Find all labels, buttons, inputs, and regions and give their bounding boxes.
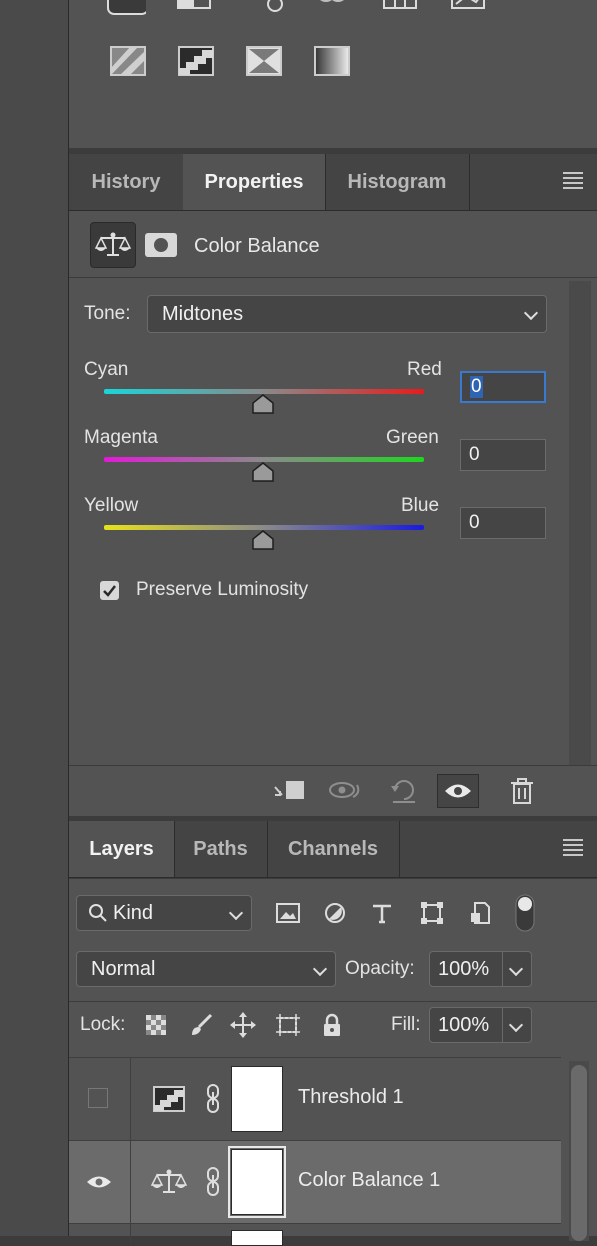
magenta-green-value-input[interactable]: 0 bbox=[460, 439, 546, 471]
layer-mask-thumbnail[interactable] bbox=[231, 1066, 283, 1132]
properties-tab-bar: History Properties Histogram bbox=[69, 154, 597, 211]
chevron-down-icon bbox=[312, 961, 328, 977]
properties-panel: Color Balance Tone: Midtones Cyan Red 0 … bbox=[69, 211, 597, 816]
view-previous-state-icon[interactable] bbox=[325, 774, 367, 808]
yellow-blue-value-input[interactable]: 0 bbox=[460, 507, 546, 539]
chevron-down-icon[interactable] bbox=[508, 961, 524, 977]
layer-name: Threshold 1 bbox=[298, 1086, 404, 1108]
opacity-input[interactable]: 100% bbox=[429, 951, 532, 987]
adjustment-filter-icon[interactable] bbox=[321, 899, 349, 927]
pixel-filter-icon[interactable] bbox=[274, 899, 302, 927]
channel-mixer-icon[interactable] bbox=[380, 0, 420, 16]
lock-transparent-pixels-icon[interactable] bbox=[142, 1011, 170, 1039]
layer-name: Color Balance 1 bbox=[298, 1169, 441, 1191]
layers-scrollbar[interactable] bbox=[569, 1061, 589, 1241]
chevron-down-icon[interactable] bbox=[508, 1017, 524, 1033]
lock-all-icon[interactable] bbox=[318, 1011, 346, 1039]
color-lookup-icon[interactable] bbox=[448, 0, 488, 16]
fill-value: 100% bbox=[438, 1013, 490, 1036]
blend-mode-value: Normal bbox=[91, 957, 156, 980]
layer-mask-thumbnail[interactable] bbox=[228, 1146, 286, 1218]
chain-link-icon[interactable] bbox=[205, 1167, 221, 1202]
red-label: Red bbox=[407, 359, 442, 380]
color-balance-adjustment-button[interactable] bbox=[90, 222, 136, 268]
layer-row[interactable]: Threshold 1 bbox=[69, 1057, 561, 1140]
left-toolbar-strip bbox=[0, 0, 69, 1236]
hidden-visibility-box[interactable] bbox=[88, 1088, 108, 1108]
gradient-map-icon[interactable] bbox=[312, 45, 352, 77]
visibility-toggle[interactable] bbox=[69, 1058, 131, 1140]
tab-channels[interactable]: Channels bbox=[267, 821, 400, 877]
properties-title: Color Balance bbox=[194, 235, 320, 257]
layers-panel-menu-icon[interactable] bbox=[563, 839, 583, 856]
yellow-blue-slider-thumb[interactable] bbox=[252, 530, 274, 550]
filter-icons bbox=[69, 894, 597, 932]
tone-label: Tone: bbox=[84, 303, 131, 324]
tab-history[interactable]: History bbox=[69, 154, 184, 210]
lock-position-icon[interactable] bbox=[229, 1011, 257, 1039]
balance-scale-icon bbox=[150, 1167, 188, 1202]
fill-input[interactable]: 100% bbox=[429, 1007, 532, 1043]
lock-artboard-icon[interactable] bbox=[274, 1011, 302, 1039]
cyan-red-slider-thumb[interactable] bbox=[252, 394, 274, 414]
clip-to-layer-icon[interactable] bbox=[269, 774, 311, 808]
vibrance-icon[interactable] bbox=[312, 0, 352, 16]
layers-panel: Kind Normal Opacity: 100% Lock: Fill: 10… bbox=[69, 879, 597, 1246]
cyan-label: Cyan bbox=[84, 359, 129, 380]
shape-filter-icon[interactable] bbox=[418, 899, 446, 927]
tab-histogram[interactable]: Histogram bbox=[325, 154, 470, 210]
opacity-value: 100% bbox=[438, 957, 490, 980]
blue-label: Blue bbox=[401, 495, 440, 516]
balance-scale-icon bbox=[95, 232, 131, 256]
tab-layers[interactable]: Layers bbox=[69, 821, 175, 877]
tone-select[interactable]: Midtones bbox=[147, 295, 547, 333]
levels-icon[interactable] bbox=[106, 0, 146, 16]
eye-icon[interactable] bbox=[86, 1174, 112, 1190]
tab-paths[interactable]: Paths bbox=[174, 821, 268, 877]
layer-mask-thumbnail[interactable] bbox=[231, 1230, 283, 1246]
adjustments-panel bbox=[69, 0, 597, 148]
properties-scrollbar[interactable] bbox=[569, 281, 591, 765]
type-filter-icon[interactable] bbox=[368, 899, 396, 927]
toggle-visibility-icon[interactable] bbox=[437, 774, 479, 808]
chevron-down-icon bbox=[523, 305, 539, 321]
layer-mask-icon[interactable] bbox=[145, 233, 177, 257]
delete-icon[interactable] bbox=[501, 774, 543, 808]
fill-label: Fill: bbox=[391, 1014, 421, 1035]
green-label: Green bbox=[386, 427, 439, 448]
panel-menu-icon[interactable] bbox=[563, 172, 583, 189]
yellow-label: Yellow bbox=[84, 495, 139, 516]
tone-value: Midtones bbox=[162, 302, 244, 325]
layer-row-selected[interactable]: Color Balance 1 bbox=[69, 1140, 561, 1223]
layers-tab-bar: Layers Paths Channels bbox=[69, 821, 597, 878]
curves-icon[interactable] bbox=[174, 0, 214, 16]
blend-mode-select[interactable]: Normal bbox=[76, 951, 336, 987]
magenta-green-slider-thumb[interactable] bbox=[252, 462, 274, 482]
reset-icon[interactable] bbox=[383, 774, 425, 808]
smart-object-filter-icon[interactable] bbox=[466, 899, 494, 927]
tab-properties[interactable]: Properties bbox=[183, 154, 326, 210]
opacity-label: Opacity: bbox=[345, 958, 415, 979]
checkmark-icon bbox=[103, 585, 116, 597]
visibility-toggle[interactable] bbox=[69, 1224, 131, 1244]
threshold-icon bbox=[153, 1086, 185, 1117]
layer-row[interactable] bbox=[69, 1223, 561, 1246]
magenta-label: Magenta bbox=[84, 427, 158, 448]
preserve-luminosity-checkbox[interactable] bbox=[100, 581, 119, 600]
cyan-red-value-input[interactable]: 0 bbox=[460, 371, 546, 403]
lock-image-pixels-icon[interactable] bbox=[187, 1011, 215, 1039]
filter-toggle-switch[interactable] bbox=[511, 893, 539, 933]
chain-link-icon[interactable] bbox=[205, 1084, 221, 1119]
exposure-icon[interactable] bbox=[245, 0, 285, 16]
threshold-icon[interactable] bbox=[176, 45, 216, 77]
posterize-icon[interactable] bbox=[108, 45, 148, 77]
selective-color-icon[interactable] bbox=[244, 45, 284, 77]
visibility-toggle[interactable] bbox=[69, 1141, 131, 1223]
properties-footer bbox=[69, 765, 597, 816]
scrollbar-thumb[interactable] bbox=[571, 1065, 587, 1241]
properties-header: Color Balance bbox=[69, 211, 597, 278]
preserve-luminosity-label: Preserve Luminosity bbox=[136, 579, 309, 600]
